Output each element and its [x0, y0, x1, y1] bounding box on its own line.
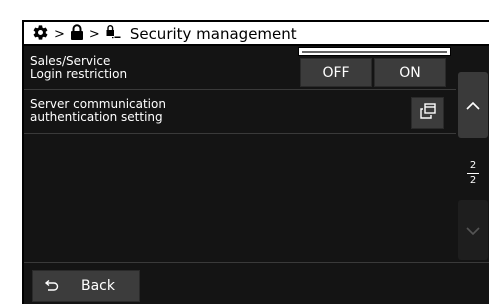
- gear-icon[interactable]: [32, 24, 49, 45]
- footer-divider: [24, 262, 489, 263]
- lock-icon[interactable]: [70, 24, 84, 44]
- page-total: 2: [469, 175, 477, 186]
- chevron-up-icon: [466, 96, 480, 115]
- scroll-up-button[interactable]: [458, 72, 488, 138]
- scroll-down-button[interactable]: [458, 200, 488, 260]
- server-auth-label: Server communication authentication sett…: [30, 97, 166, 124]
- page-title: Security management: [129, 25, 297, 43]
- back-label: Back: [81, 278, 115, 294]
- login-restriction-label: Sales/Service Login restriction: [30, 54, 128, 81]
- title-bar: > > Security management: [24, 22, 489, 46]
- back-button[interactable]: Back: [32, 270, 140, 302]
- on-button[interactable]: ON: [374, 58, 446, 87]
- device-screen: > > Security management Sales/Service Lo…: [22, 20, 489, 304]
- back-arrow-icon: [43, 278, 59, 294]
- page-divider: [467, 173, 479, 174]
- scroll-control: 2 2: [458, 72, 489, 260]
- off-button[interactable]: OFF: [300, 58, 372, 87]
- page-current: 2: [469, 160, 477, 171]
- server-auth-row: Server communication authentication sett…: [24, 90, 456, 134]
- security-key-icon: [105, 24, 121, 44]
- breadcrumb: > > Security management: [32, 23, 297, 45]
- breadcrumb-separator: >: [54, 26, 65, 42]
- chevron-down-icon: [466, 221, 480, 240]
- server-auth-open-button[interactable]: [411, 97, 444, 129]
- page-indicator: 2 2: [458, 142, 488, 196]
- breadcrumb-separator: >: [88, 26, 100, 42]
- off-selected-indicator: [298, 47, 451, 56]
- window-open-icon: [419, 102, 437, 124]
